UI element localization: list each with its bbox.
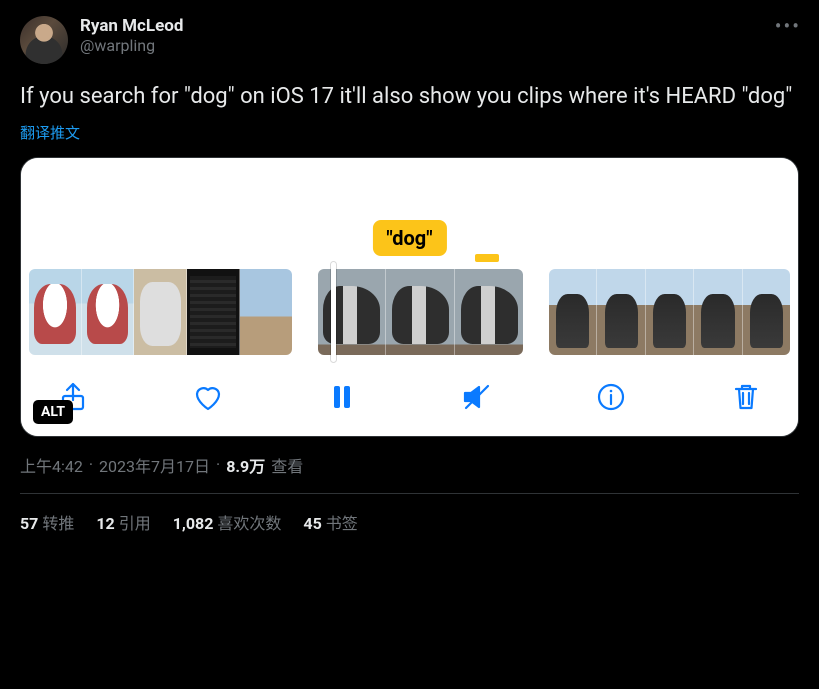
keyword-marker [475,254,499,262]
clip-thumbnail [240,269,292,355]
clip-thumbnail [187,269,240,355]
clip-thumbnail [318,269,387,355]
tweet-stats: 57转推 12引用 1,082喜欢次数 45书签 [20,510,799,534]
divider [20,493,799,494]
display-name: Ryan McLeod [80,16,183,36]
tweet-text: If you search for "dog" on iOS 17 it'll … [20,82,799,112]
retweets-stat[interactable]: 57转推 [20,510,74,534]
clip-group-3[interactable] [549,269,790,355]
video-timeline[interactable] [21,266,798,358]
handle: @warpling [80,36,183,55]
info-icon[interactable] [593,379,629,415]
tweet-header: Ryan McLeod @warpling [20,16,799,64]
pause-icon[interactable] [324,379,360,415]
clip-thumbnail [386,269,455,355]
clip-thumbnail [549,269,597,355]
mute-icon[interactable] [459,379,495,415]
clip-thumbnail [597,269,645,355]
more-options-button[interactable]: ••• [775,14,801,38]
views-label: 查看 [271,453,303,477]
dot-separator: · [216,455,220,474]
clip-thumbnail [134,269,187,355]
views-value: 8.9万 [226,453,265,477]
clip-group-1[interactable] [29,269,292,355]
media-card[interactable]: "dog" [20,157,799,437]
media-toolbar [21,358,798,436]
media-top-whitespace: "dog" [21,158,798,266]
clip-thumbnail [82,269,135,355]
clip-thumbnail [743,269,790,355]
quotes-stat[interactable]: 12引用 [96,510,150,534]
clip-group-2[interactable] [318,269,523,355]
tweet-meta[interactable]: 上午4:42 · 2023年7月17日 · 8.9万 查看 [20,453,799,477]
alt-badge[interactable]: ALT [33,400,73,424]
clip-thumbnail [646,269,694,355]
date-text: 2023年7月17日 [99,453,210,477]
author-names[interactable]: Ryan McLeod @warpling [80,16,183,56]
caption-chip: "dog" [372,220,446,256]
clip-thumbnail [455,269,523,355]
clip-thumbnail [694,269,742,355]
playhead[interactable] [331,262,336,362]
tweet-container: Ryan McLeod @warpling ••• If you search … [0,0,819,534]
trash-icon[interactable] [728,379,764,415]
avatar[interactable] [20,16,68,64]
translate-link[interactable]: 翻译推文 [20,122,80,143]
bookmarks-stat[interactable]: 45书签 [303,510,357,534]
clip-thumbnail [29,269,82,355]
likes-stat[interactable]: 1,082喜欢次数 [173,510,282,534]
time-text: 上午4:42 [20,453,83,477]
dot-separator: · [89,455,93,474]
heart-icon[interactable] [190,379,226,415]
